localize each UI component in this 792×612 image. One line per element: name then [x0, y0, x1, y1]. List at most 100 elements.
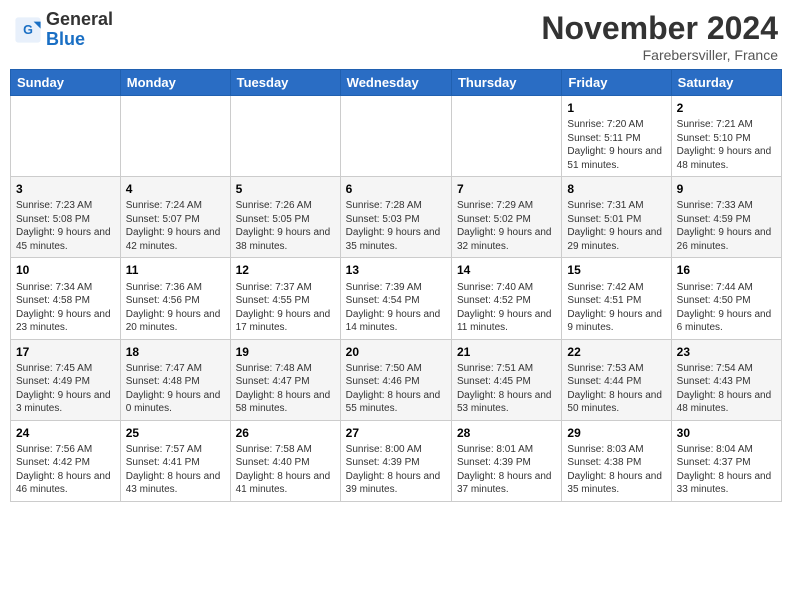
day-info: Sunrise: 7:36 AM [126, 281, 225, 295]
day-info: Sunrise: 7:33 AM [677, 199, 776, 213]
day-info: Daylight: 9 hours and 29 minutes. [567, 226, 665, 253]
weekday-header-thursday: Thursday [451, 70, 561, 96]
week-row-5: 24Sunrise: 7:56 AMSunset: 4:42 PMDayligh… [11, 420, 782, 501]
day-number: 21 [457, 344, 556, 360]
day-cell: 6Sunrise: 7:28 AMSunset: 5:03 PMDaylight… [340, 177, 451, 258]
day-cell: 28Sunrise: 8:01 AMSunset: 4:39 PMDayligh… [451, 420, 561, 501]
day-number: 16 [677, 262, 776, 278]
day-info: Daylight: 9 hours and 32 minutes. [457, 226, 556, 253]
day-cell: 3Sunrise: 7:23 AMSunset: 5:08 PMDaylight… [11, 177, 121, 258]
day-cell: 30Sunrise: 8:04 AMSunset: 4:37 PMDayligh… [671, 420, 781, 501]
day-info: Sunrise: 7:23 AM [16, 199, 115, 213]
day-info: Sunrise: 7:26 AM [236, 199, 335, 213]
day-info: Sunset: 4:37 PM [677, 456, 776, 470]
day-info: Sunrise: 7:51 AM [457, 362, 556, 376]
day-cell: 27Sunrise: 8:00 AMSunset: 4:39 PMDayligh… [340, 420, 451, 501]
day-info: Daylight: 9 hours and 51 minutes. [567, 145, 665, 172]
weekday-header-friday: Friday [562, 70, 671, 96]
week-row-2: 3Sunrise: 7:23 AMSunset: 5:08 PMDaylight… [11, 177, 782, 258]
day-info: Sunrise: 7:28 AM [346, 199, 446, 213]
day-info: Daylight: 8 hours and 43 minutes. [126, 470, 225, 497]
day-number: 6 [346, 181, 446, 197]
day-info: Daylight: 8 hours and 33 minutes. [677, 470, 776, 497]
day-info: Daylight: 9 hours and 6 minutes. [677, 308, 776, 335]
day-info: Sunset: 5:11 PM [567, 132, 665, 146]
calendar-table: SundayMondayTuesdayWednesdayThursdayFrid… [10, 69, 782, 502]
day-info: Sunrise: 7:20 AM [567, 118, 665, 132]
day-info: Daylight: 8 hours and 39 minutes. [346, 470, 446, 497]
day-info: Sunset: 5:10 PM [677, 132, 776, 146]
day-info: Sunset: 4:39 PM [457, 456, 556, 470]
day-info: Sunset: 4:46 PM [346, 375, 446, 389]
day-cell: 4Sunrise: 7:24 AMSunset: 5:07 PMDaylight… [120, 177, 230, 258]
day-cell: 11Sunrise: 7:36 AMSunset: 4:56 PMDayligh… [120, 258, 230, 339]
day-info: Daylight: 8 hours and 37 minutes. [457, 470, 556, 497]
day-info: Sunset: 4:39 PM [346, 456, 446, 470]
day-info: Daylight: 8 hours and 48 minutes. [677, 389, 776, 416]
page-header: G General Blue November 2024 Farebersvil… [10, 10, 782, 63]
day-info: Sunrise: 7:47 AM [126, 362, 225, 376]
day-info: Sunrise: 7:48 AM [236, 362, 335, 376]
day-info: Sunset: 4:49 PM [16, 375, 115, 389]
weekday-header-tuesday: Tuesday [230, 70, 340, 96]
logo-general-text: General [46, 9, 113, 29]
day-number: 5 [236, 181, 335, 197]
day-info: Daylight: 9 hours and 9 minutes. [567, 308, 665, 335]
location: Farebersviller, France [541, 47, 778, 63]
day-info: Sunset: 4:56 PM [126, 294, 225, 308]
day-number: 13 [346, 262, 446, 278]
day-info: Sunrise: 7:21 AM [677, 118, 776, 132]
day-cell [451, 96, 561, 177]
day-info: Daylight: 9 hours and 3 minutes. [16, 389, 115, 416]
day-number: 25 [126, 425, 225, 441]
weekday-header-monday: Monday [120, 70, 230, 96]
day-number: 15 [567, 262, 665, 278]
week-row-3: 10Sunrise: 7:34 AMSunset: 4:58 PMDayligh… [11, 258, 782, 339]
day-cell [230, 96, 340, 177]
day-info: Daylight: 8 hours and 53 minutes. [457, 389, 556, 416]
day-info: Daylight: 8 hours and 50 minutes. [567, 389, 665, 416]
day-info: Sunset: 4:58 PM [16, 294, 115, 308]
svg-text:G: G [23, 23, 33, 37]
day-number: 11 [126, 262, 225, 278]
day-info: Sunrise: 7:29 AM [457, 199, 556, 213]
weekday-header-row: SundayMondayTuesdayWednesdayThursdayFrid… [11, 70, 782, 96]
day-info: Daylight: 9 hours and 45 minutes. [16, 226, 115, 253]
day-cell: 21Sunrise: 7:51 AMSunset: 4:45 PMDayligh… [451, 339, 561, 420]
logo-icon: G [14, 16, 42, 44]
day-info: Sunset: 5:03 PM [346, 213, 446, 227]
day-info: Sunrise: 7:39 AM [346, 281, 446, 295]
day-cell: 17Sunrise: 7:45 AMSunset: 4:49 PMDayligh… [11, 339, 121, 420]
day-number: 18 [126, 344, 225, 360]
day-info: Sunset: 4:47 PM [236, 375, 335, 389]
day-cell: 29Sunrise: 8:03 AMSunset: 4:38 PMDayligh… [562, 420, 671, 501]
day-info: Sunset: 4:55 PM [236, 294, 335, 308]
day-number: 29 [567, 425, 665, 441]
day-number: 3 [16, 181, 115, 197]
month-title: November 2024 [541, 10, 778, 47]
day-number: 12 [236, 262, 335, 278]
day-number: 2 [677, 100, 776, 116]
day-cell: 2Sunrise: 7:21 AMSunset: 5:10 PMDaylight… [671, 96, 781, 177]
weekday-header-saturday: Saturday [671, 70, 781, 96]
day-info: Sunset: 4:41 PM [126, 456, 225, 470]
day-cell: 5Sunrise: 7:26 AMSunset: 5:05 PMDaylight… [230, 177, 340, 258]
day-info: Sunrise: 7:42 AM [567, 281, 665, 295]
day-info: Sunset: 4:44 PM [567, 375, 665, 389]
day-info: Sunset: 4:50 PM [677, 294, 776, 308]
day-cell [120, 96, 230, 177]
day-info: Sunrise: 7:45 AM [16, 362, 115, 376]
day-info: Sunrise: 7:40 AM [457, 281, 556, 295]
day-cell: 22Sunrise: 7:53 AMSunset: 4:44 PMDayligh… [562, 339, 671, 420]
day-cell: 19Sunrise: 7:48 AMSunset: 4:47 PMDayligh… [230, 339, 340, 420]
day-number: 20 [346, 344, 446, 360]
day-info: Daylight: 9 hours and 26 minutes. [677, 226, 776, 253]
day-number: 8 [567, 181, 665, 197]
day-info: Sunset: 4:42 PM [16, 456, 115, 470]
day-cell: 7Sunrise: 7:29 AMSunset: 5:02 PMDaylight… [451, 177, 561, 258]
day-cell: 14Sunrise: 7:40 AMSunset: 4:52 PMDayligh… [451, 258, 561, 339]
day-info: Sunrise: 7:53 AM [567, 362, 665, 376]
day-info: Daylight: 8 hours and 41 minutes. [236, 470, 335, 497]
logo-blue-text: Blue [46, 29, 85, 49]
day-info: Daylight: 8 hours and 46 minutes. [16, 470, 115, 497]
